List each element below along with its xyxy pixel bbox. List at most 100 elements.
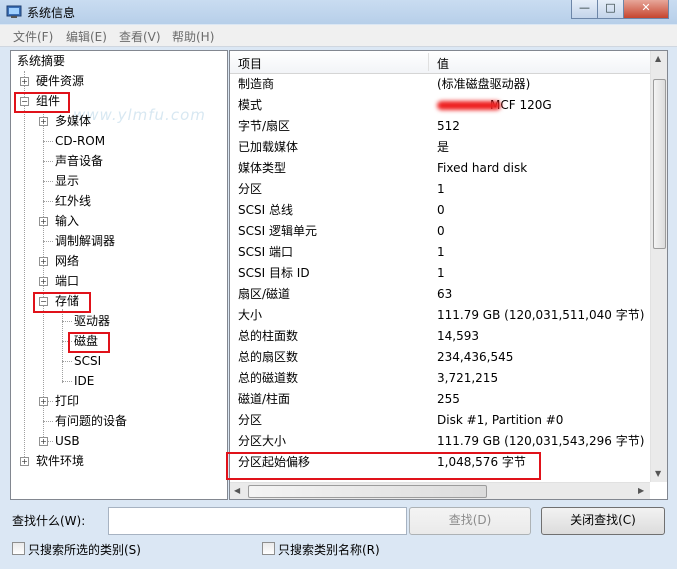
table-row[interactable]: 磁道/柱面 255 [230,389,650,410]
row-item-name: 字节/扇区 [238,119,291,133]
tree-item-cdrom[interactable]: CD-ROM [55,131,105,151]
tree-item-drives[interactable]: 驱动器 [74,311,110,331]
table-row[interactable]: SCSI 目标 ID 1 [230,263,650,284]
row-item-name: 模式 [238,98,263,112]
tree-connector [43,181,53,182]
tree-item-input[interactable]: 输入 [55,211,79,231]
tree-connector [43,201,53,202]
row-item-value: (标准磁盘驱动器) [437,77,531,91]
menu-file[interactable]: 文件(F) [13,28,53,45]
title-bar[interactable]: 系统信息 — □ ✕ [0,0,677,24]
row-item-name: 已加载媒体 [238,140,299,154]
row-item-name: 大小 [238,308,263,322]
column-divider[interactable] [428,53,429,71]
horizontal-scroll-thumb[interactable] [248,485,487,498]
scroll-down-icon[interactable]: ▼ [655,469,661,478]
row-item-value: 111.79 GB (120,031,511,040 字节) [437,308,645,322]
expand-network-icon[interactable]: + [39,257,48,266]
row-item-name: 磁道/柱面 [238,392,291,406]
table-row[interactable]: 媒体类型 Fixed hard disk [230,158,650,179]
tree-connector [24,71,25,463]
menu-view[interactable]: 查看(V) [119,28,161,45]
scroll-up-icon[interactable]: ▲ [655,54,661,63]
table-row[interactable]: 分区 Disk #1, Partition #0 [230,410,650,431]
find-input[interactable] [108,507,407,535]
table-row[interactable]: 总的扇区数 234,436,545 [230,347,650,368]
table-row[interactable]: SCSI 逻辑单元 0 [230,221,650,242]
tree-connector [43,241,53,242]
table-row[interactable]: 字节/扇区 512 [230,116,650,137]
tree-item-system-summary[interactable]: 系统摘要 [17,51,65,71]
table-row[interactable]: 大小 111.79 GB (120,031,511,040 字节) [230,305,650,326]
tree-connector [62,361,72,362]
minimize-button[interactable]: — [571,0,598,19]
expand-input-icon[interactable]: + [39,217,48,226]
row-item-value: 1 [437,266,445,280]
search-selected-label[interactable]: 只搜索所选的类别(S) [28,541,141,558]
tree-item-ide[interactable]: IDE [74,371,94,391]
table-row[interactable]: 已加载媒体 是 [230,137,650,158]
tree-connector [43,141,53,142]
scroll-right-icon[interactable]: ▶ [638,486,644,495]
menu-help[interactable]: 帮助(H) [172,28,214,45]
horizontal-scrollbar[interactable]: ◀ ▶ [230,482,650,499]
menu-edit[interactable]: 编辑(E) [66,28,107,45]
tree-item-modem[interactable]: 调制解调器 [55,231,115,251]
tree-item-multimedia[interactable]: 多媒体 [55,111,91,131]
vertical-scrollbar[interactable]: ▲ ▼ [650,51,667,482]
table-row[interactable]: SCSI 端口 1 [230,242,650,263]
details-list[interactable]: 项目 值 制造商 (标准磁盘驱动器) 模式 MCF 120G 字节/扇区 512 已加载媒体… [229,50,668,500]
row-item-value: 234,436,545 [437,350,514,364]
category-tree[interactable]: www.ylmfu.com 系统摘要 + 硬件资源 − 组件 + 多媒体 CD-… [10,50,228,500]
tree-item-usb[interactable]: USB [55,431,80,451]
system-info-window: 系统信息 — □ ✕ 文件(F) 编辑(E) 查看(V) 帮助(H) www.y… [0,0,677,569]
scroll-left-icon[interactable]: ◀ [234,486,240,495]
vertical-scroll-thumb[interactable] [653,79,666,249]
expand-printing-icon[interactable]: + [39,397,48,406]
expand-usb-icon[interactable]: + [39,437,48,446]
tree-connector [43,161,53,162]
column-header-value[interactable]: 值 [437,55,449,72]
tree-item-problem-devices[interactable]: 有问题的设备 [55,411,127,431]
tree-item-scsi[interactable]: SCSI [74,351,101,371]
tree-item-hardware[interactable]: 硬件资源 [36,71,84,91]
table-row[interactable]: 分区大小 111.79 GB (120,031,543,296 字节) [230,431,650,452]
tree-item-ports[interactable]: 端口 [55,271,79,291]
table-row[interactable]: SCSI 总线 0 [230,200,650,221]
tree-item-network[interactable]: 网络 [55,251,79,271]
highlight-box-disks [68,332,110,353]
maximize-button[interactable]: □ [597,0,624,19]
row-item-name: 分区 [238,182,263,196]
system-info-app-icon [6,5,22,18]
tree-item-sound[interactable]: 声音设备 [55,151,103,171]
table-row[interactable]: 分区 1 [230,179,650,200]
search-selected-checkbox[interactable] [12,542,25,555]
row-item-name: SCSI 端口 [238,245,293,259]
row-item-name: 分区 [238,413,263,427]
close-button[interactable]: ✕ [623,0,669,19]
table-row[interactable]: 总的柱面数 14,593 [230,326,650,347]
search-names-label[interactable]: 只搜索类别名称(R) [278,541,380,558]
table-row[interactable]: 扇区/磁道 63 [230,284,650,305]
expand-ports-icon[interactable]: + [39,277,48,286]
tree-item-display[interactable]: 显示 [55,171,79,191]
tree-item-software[interactable]: 软件环境 [36,451,84,471]
tree-connector [62,321,72,322]
table-row[interactable]: 模式 MCF 120G [230,95,650,116]
row-item-name: 总的柱面数 [238,329,299,343]
search-names-checkbox[interactable] [262,542,275,555]
table-row[interactable]: 制造商 (标准磁盘驱动器) [230,74,650,95]
expand-multimedia-icon[interactable]: + [39,117,48,126]
table-row[interactable]: 总的磁道数 3,721,215 [230,368,650,389]
tree-item-printing[interactable]: 打印 [55,391,79,411]
expand-software-icon[interactable]: + [20,457,29,466]
find-button[interactable]: 查找(D) [409,507,531,535]
column-header-item[interactable]: 项目 [238,55,262,72]
tree-item-infrared[interactable]: 红外线 [55,191,91,211]
row-item-name: SCSI 目标 ID [238,266,310,280]
highlight-box-components [14,92,70,113]
close-find-button[interactable]: 关闭查找(C) [541,507,665,535]
row-item-value: 1 [437,245,445,259]
menu-bar: 文件(F) 编辑(E) 查看(V) 帮助(H) [0,25,677,47]
expand-hardware-icon[interactable]: + [20,77,29,86]
